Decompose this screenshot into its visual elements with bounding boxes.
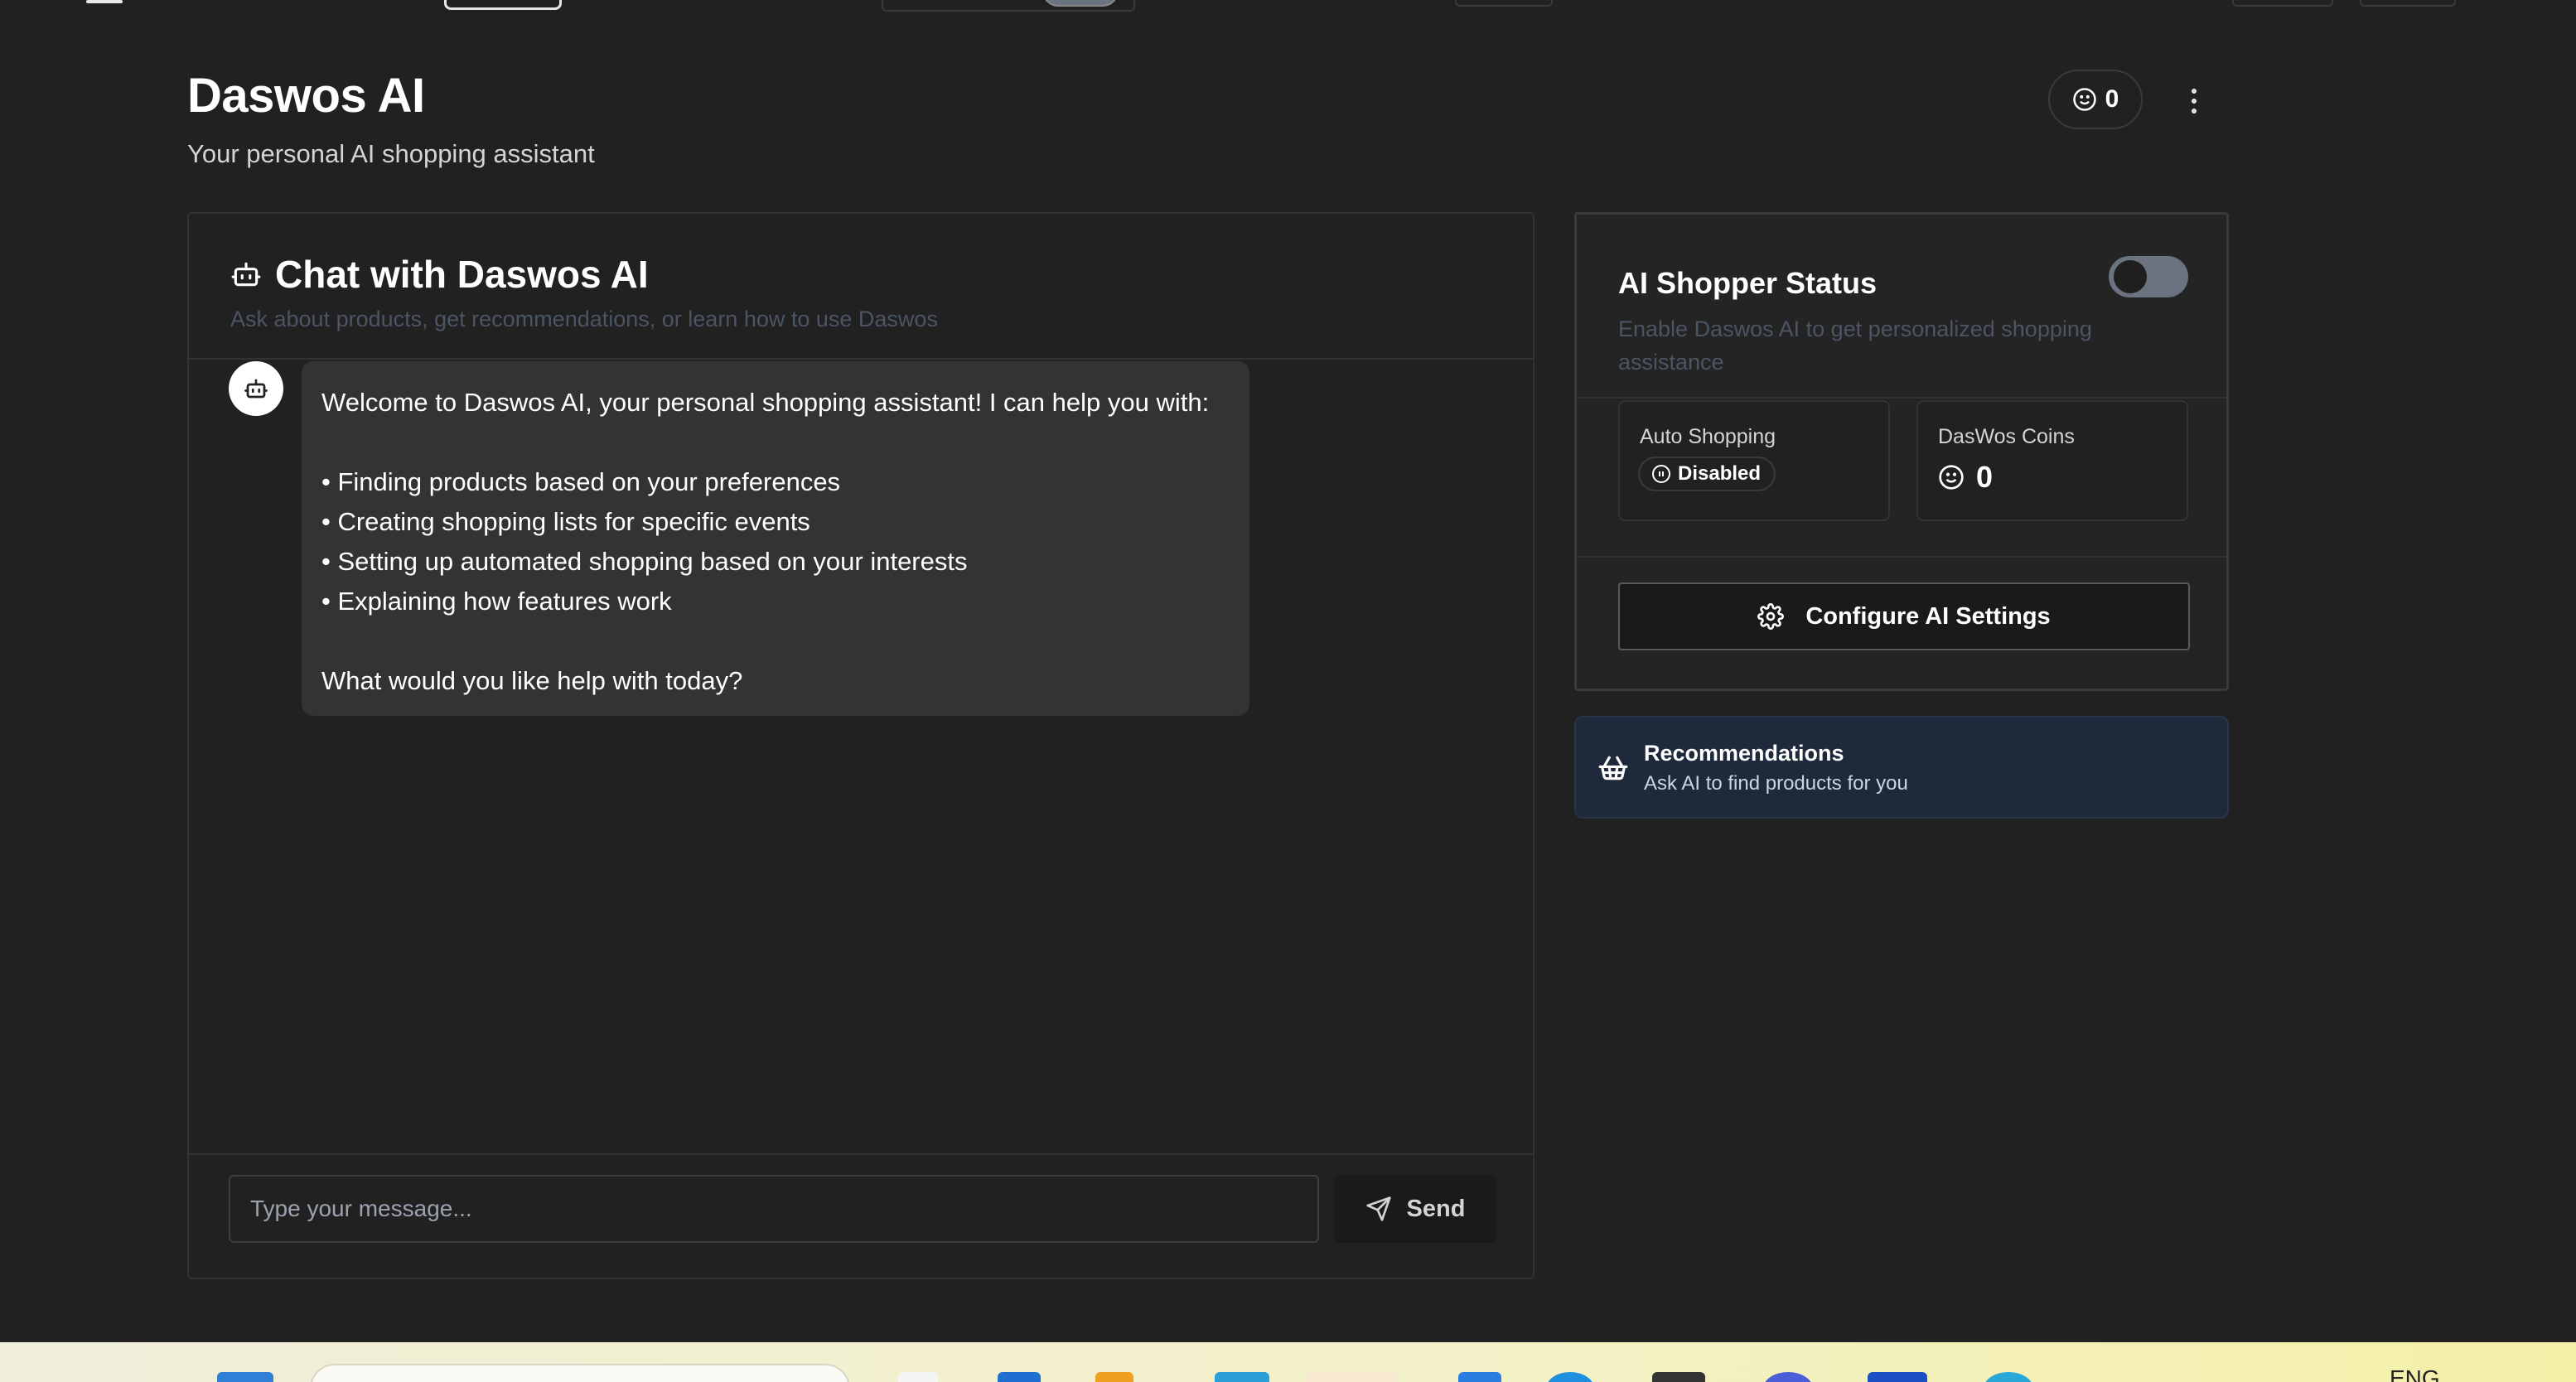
chat-header: Chat with Daswos AI Ask about products, …: [189, 214, 1533, 360]
chat-description: Ask about products, get recommendations,…: [230, 307, 938, 331]
divider: [1577, 556, 2226, 558]
auto-shopping-box: Auto Shopping Disabled: [1618, 400, 1890, 521]
recommendations-card[interactable]: Recommendations Ask AI to find products …: [1574, 716, 2229, 819]
page-subtitle: Your personal AI shopping assistant: [187, 139, 595, 168]
taskbar-app-icon[interactable]: [1652, 1372, 1705, 1382]
taskbar-app-icon[interactable]: [898, 1372, 938, 1382]
coins-value-row: 0: [1938, 460, 1993, 495]
taskbar-app-icon[interactable]: [1215, 1372, 1269, 1382]
message-bullet: • Creating shopping lists for specific e…: [321, 507, 810, 536]
bot-avatar: [229, 361, 283, 416]
taskbar-app-icon[interactable]: [1868, 1372, 1927, 1382]
divider: [1577, 397, 2226, 399]
taskbar-app-icon[interactable]: [1984, 1372, 2033, 1382]
nav-button[interactable]: [2232, 0, 2333, 7]
language-indicator[interactable]: ENG: [2390, 1365, 2440, 1382]
bot-icon: [231, 262, 261, 287]
chat-footer: Send: [189, 1153, 1533, 1279]
windows-start-icon[interactable]: [217, 1372, 273, 1382]
ai-shopper-toggle[interactable]: [2109, 256, 2188, 297]
send-button[interactable]: Send: [1334, 1175, 1496, 1243]
taskbar-app-icon[interactable]: [1458, 1372, 1501, 1382]
configure-label: Configure AI Settings: [1805, 602, 2051, 630]
message-bullet: • Explaining how features work: [321, 587, 672, 616]
basket-icon: [1598, 756, 1628, 780]
taskbar-app-icon[interactable]: [998, 1372, 1041, 1382]
nav-toggle[interactable]: [1042, 0, 1119, 7]
bot-icon: [244, 379, 268, 399]
assistant-message: Welcome to Daswos AI, your personal shop…: [302, 361, 1249, 716]
menu-icon[interactable]: [86, 0, 123, 3]
coin-icon: [1939, 465, 1964, 490]
message-intro: Welcome to Daswos AI, your personal shop…: [321, 388, 1210, 417]
recommendations-title: Recommendations: [1644, 741, 1844, 766]
coins-value: 0: [1976, 460, 1994, 494]
nav-tab[interactable]: [444, 0, 562, 10]
message-bullet: • Setting up automated shopping based on…: [321, 547, 968, 576]
message-bullet: • Finding products based on your prefere…: [321, 467, 841, 496]
recommendations-subtitle: Ask AI to find products for you: [1644, 772, 1908, 795]
coin-icon: [2072, 88, 2096, 111]
taskbar-app-icon[interactable]: [1095, 1372, 1133, 1382]
message-input[interactable]: [229, 1175, 1319, 1243]
configure-ai-settings-button[interactable]: Configure AI Settings: [1618, 582, 2190, 650]
ai-shopper-status-card: AI Shopper Status Enable Daswos AI to ge…: [1574, 212, 2229, 691]
status-title: AI Shopper Status: [1618, 266, 1878, 300]
top-nav: [0, 0, 2576, 12]
nav-button[interactable]: [1455, 0, 1553, 7]
coins-box: DasWos Coins 0: [1916, 400, 2188, 521]
more-vertical-icon[interactable]: [2177, 78, 2211, 124]
coin-count: 0: [2105, 85, 2119, 113]
taskbar-app-icon[interactable]: [1763, 1372, 1813, 1382]
taskbar-app-icon[interactable]: [1546, 1372, 1594, 1382]
message-closing: What would you like help with today?: [321, 666, 743, 695]
auto-shopping-value: Disabled: [1678, 462, 1762, 485]
chat-card: Chat with Daswos AI Ask about products, …: [187, 212, 1534, 1279]
taskbar-app-icon[interactable]: [1306, 1372, 1397, 1382]
send-label: Send: [1406, 1195, 1466, 1222]
chat-title-text: Chat with Daswos AI: [275, 253, 649, 296]
coin-balance-button[interactable]: 0: [2048, 70, 2143, 129]
chat-title: Chat with Daswos AI: [230, 252, 649, 297]
nav-button[interactable]: [2360, 0, 2456, 7]
toggle-knob: [2114, 260, 2147, 293]
auto-shopping-label: Auto Shopping: [1640, 425, 1776, 448]
pause-icon: [1652, 465, 1670, 483]
status-description: Enable Daswos AI to get personalized sho…: [1618, 317, 2092, 374]
taskbar: ENG: [0, 1342, 2576, 1382]
page-title: Daswos AI: [187, 69, 425, 123]
gear-icon: [1757, 603, 1785, 630]
coins-label: DasWos Coins: [1938, 425, 2075, 448]
taskbar-search[interactable]: [310, 1364, 850, 1382]
auto-shopping-badge: Disabled: [1638, 457, 1776, 491]
send-icon: [1365, 1196, 1391, 1221]
